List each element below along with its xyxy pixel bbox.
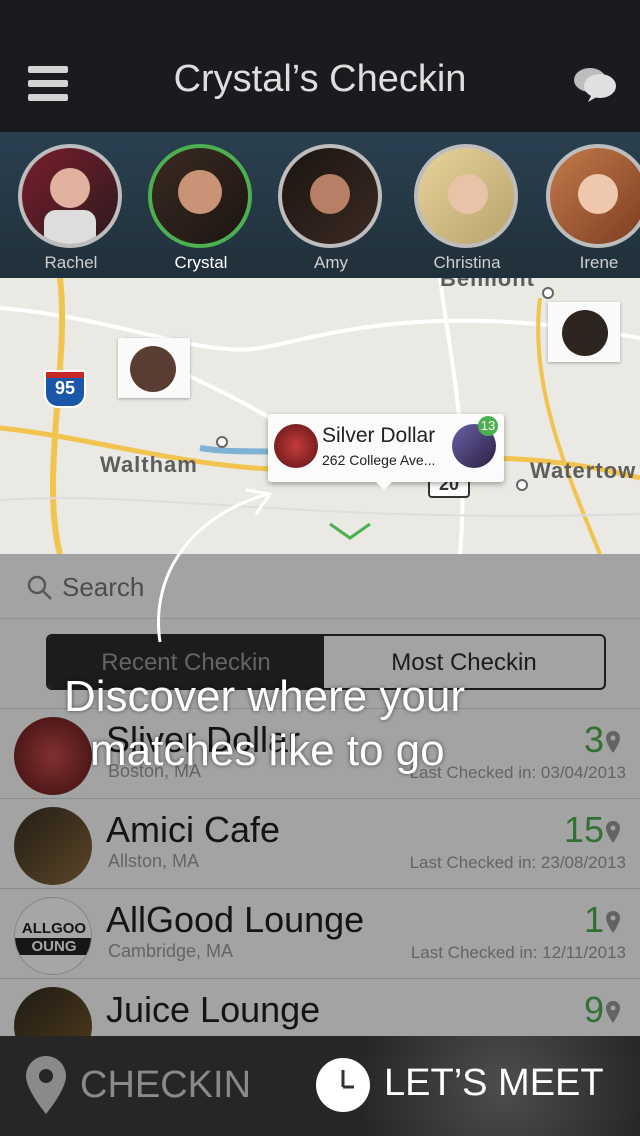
last-checked: Last Checked in: 12/11/2013 (410, 943, 626, 962)
pin-icon (606, 911, 620, 938)
venue-name: AllGood Lounge (106, 899, 365, 940)
map-marker-user[interactable] (548, 302, 620, 362)
avatar-crystal[interactable] (148, 144, 252, 248)
map-label-belmont: Belmont (440, 278, 535, 291)
venue-city: Cambridge, MA (108, 941, 234, 961)
checkin-button[interactable]: CHECKIN (0, 1036, 300, 1136)
menu-icon[interactable] (28, 66, 68, 102)
avatar-name: Amy (314, 253, 348, 272)
venue-logo: ALLGOO OUNG (14, 897, 92, 975)
matches-avatar-strip: Rachel Crystal Amy Christina Irene (0, 132, 640, 278)
checkin-count: 15 (563, 809, 604, 850)
coach-arrow-icon (157, 488, 273, 643)
avatar-name: Crystal (174, 253, 228, 272)
venue-name: Juice Lounge (106, 989, 321, 1030)
last-checked: Last Checked in: 23/08/2013 (409, 853, 626, 872)
list-item[interactable]: ALLGOO OUNG AllGood Lounge Cambridge, MA… (0, 888, 640, 978)
callout-venue-address: 262 College Ave... (322, 452, 436, 468)
avatar-rachel[interactable] (18, 144, 122, 248)
callout-pointer (374, 480, 394, 490)
divider (0, 618, 640, 619)
avatar-christina[interactable] (414, 144, 518, 248)
venue-thumbnail (14, 807, 92, 885)
avatar-name: Christina (433, 253, 501, 272)
venue-thumbnail (14, 987, 92, 1036)
coach-text-line2: matches like to go (90, 726, 445, 775)
bottom-bar: CHECKIN LET’S MEET (0, 1036, 640, 1136)
checkin-count: 1 (583, 899, 604, 940)
avatar-name: Rachel (44, 253, 98, 272)
venue-city: Allston, MA (108, 851, 200, 871)
lets-meet-label: LET’S MEET (384, 1062, 604, 1104)
checkin-count-badge: 13 (478, 416, 498, 436)
chat-bubbles-icon[interactable] (572, 64, 618, 104)
venue-callout[interactable]: Silver Dollar 262 College Ave... 13 (268, 414, 504, 490)
checkin-label: CHECKIN (80, 1064, 252, 1106)
map-marker-user[interactable] (118, 338, 190, 398)
pin-icon (606, 1001, 620, 1028)
pin-icon (606, 731, 620, 758)
list-item[interactable]: Juice Lounge 9 (0, 978, 640, 1036)
map-label-waltham: Waltham (100, 452, 198, 477)
callout-venue-name: Silver Dollar (322, 424, 436, 447)
checkin-count: 3 (583, 719, 604, 760)
avatar-amy[interactable] (278, 144, 382, 248)
list-item[interactable]: Amici Cafe Allston, MA 15 Last Checked i… (0, 798, 640, 888)
avatar-name: Irene (579, 253, 619, 272)
venue-thumbnail (14, 717, 92, 795)
search-icon (26, 574, 54, 607)
venue-thumbnail (274, 424, 318, 468)
location-pin-icon (26, 1056, 66, 1121)
search-input[interactable]: Search (62, 572, 144, 603)
map-label-watertown: Watertow (530, 458, 637, 483)
lets-meet-button[interactable]: LET’S MEET (300, 1036, 640, 1136)
venue-name: Amici Cafe (106, 809, 281, 850)
top-bar: Crystal’s Checkin (0, 0, 640, 132)
checkin-count: 9 (583, 989, 604, 1030)
clock-icon (316, 1058, 370, 1112)
pin-icon (606, 821, 620, 848)
page-title: Crystal’s Checkin (173, 58, 467, 100)
avatar-irene[interactable] (546, 144, 640, 248)
coach-text-line1: Discover where your (64, 672, 466, 721)
interstate-shield: 95 (44, 370, 86, 408)
